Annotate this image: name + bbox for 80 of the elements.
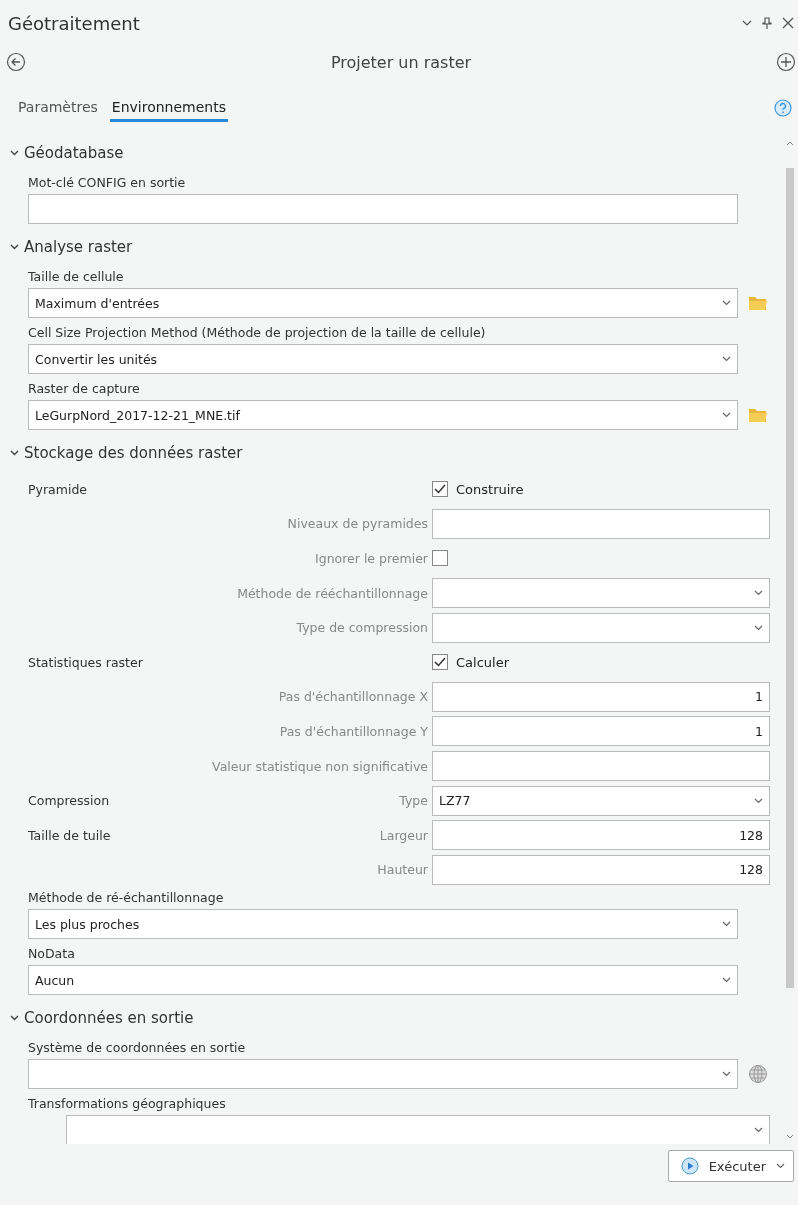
field-label: NoData — [28, 945, 76, 964]
tool-title: Projeter un raster — [330, 52, 472, 72]
run-button[interactable]: Exécuter — [667, 1150, 794, 1182]
field-label: Type de compression — [295, 620, 429, 636]
dropdown-field[interactable]: Aucun — [28, 965, 738, 996]
chevron-icon — [10, 244, 19, 250]
input-field[interactable]: 1 — [432, 681, 770, 712]
checkmark-icon — [434, 484, 446, 495]
field-label: Cell Size Projection Method (Méthode de projection de la taille de cellule) — [28, 324, 487, 342]
group-label: Taille de tuile — [28, 827, 112, 843]
group-label: Compression — [28, 793, 111, 809]
dropdown-field[interactable] — [432, 578, 770, 609]
dropdown-field[interactable]: Les plus proches — [28, 909, 738, 940]
play-icon — [680, 1157, 699, 1175]
checkbox[interactable]: Construire — [432, 481, 524, 498]
dropdown-field[interactable]: LeGurpNord_2017-12-21_MNE.tif — [28, 400, 738, 430]
dropdown-caret-icon — [754, 624, 763, 631]
section-header[interactable]: Stockage des données raster — [10, 434, 243, 472]
add-icon[interactable] — [776, 52, 796, 72]
dropdown-caret-icon — [722, 356, 731, 362]
help-icon[interactable] — [774, 99, 792, 117]
dropdown-caret-icon — [722, 300, 731, 306]
group-label: Pyramide — [28, 481, 88, 497]
field-label: Méthode de rééchantillonnage — [236, 585, 429, 601]
section-header[interactable]: Analyse raster — [10, 228, 133, 266]
checkbox[interactable] — [432, 550, 448, 567]
input-field[interactable]: 1 — [432, 716, 770, 747]
dropdown-caret-icon — [722, 977, 731, 984]
section-header[interactable]: Géodatabase — [10, 134, 124, 172]
folder-icon[interactable] — [748, 407, 768, 423]
field-label: Transformations géographiques — [28, 1095, 227, 1114]
checkbox[interactable]: Calculer — [432, 654, 509, 671]
scroll-up-icon[interactable] — [786, 140, 794, 146]
input-field[interactable] — [432, 508, 770, 539]
field-label: Valeur statistique non significative — [211, 758, 429, 774]
field-label: Hauteur — [376, 862, 429, 878]
checkmark-icon — [434, 657, 446, 668]
input-field[interactable] — [432, 751, 770, 782]
pin-icon[interactable] — [762, 17, 772, 29]
field-label: Taille de cellule — [28, 268, 125, 286]
checkbox-label: Ignorer le premier — [314, 551, 429, 566]
dropdown-caret-icon — [722, 412, 731, 418]
field-label: Type — [398, 793, 429, 809]
dropdown-caret-icon — [754, 590, 763, 597]
tab[interactable]: Paramètres — [16, 94, 100, 122]
dropdown-icon[interactable] — [742, 20, 752, 26]
dropdown-caret-icon — [722, 1071, 731, 1078]
field-label: Mot-clé CONFIG en sortie — [28, 174, 187, 192]
field-label: Pas d'échantillonnage Y — [278, 723, 429, 739]
group-label: Statistiques raster — [28, 654, 144, 670]
scroll-down-icon[interactable] — [786, 1134, 794, 1140]
dropdown-field[interactable] — [28, 1059, 738, 1090]
dropdown-field[interactable]: Maximum d'entrées — [28, 288, 738, 318]
chevron-icon — [10, 450, 19, 456]
dropdown-field[interactable]: Convertir les unités — [28, 344, 738, 374]
dropdown-field[interactable]: LZ77 — [432, 785, 770, 816]
globe-icon[interactable] — [748, 1064, 768, 1085]
dropdown-field[interactable] — [432, 612, 770, 643]
folder-icon[interactable] — [748, 295, 768, 311]
tab[interactable]: Environnements — [109, 94, 228, 122]
section-header[interactable]: Coordonnées en sortie — [10, 999, 194, 1038]
input-field[interactable]: 128 — [432, 854, 770, 885]
field-label: Raster de capture — [28, 380, 141, 398]
dropdown-caret-icon — [754, 797, 763, 804]
input-field[interactable]: 128 — [432, 820, 770, 851]
chevron-icon — [10, 150, 19, 156]
dropdown-field[interactable] — [66, 1115, 770, 1144]
field-label: Pas d'échantillonnage X — [277, 689, 429, 705]
window-title: Géotraitement — [8, 12, 140, 34]
field-label: Méthode de ré-échantillonnage — [28, 889, 225, 908]
field-label: Niveaux de pyramides — [286, 516, 429, 532]
dropdown-caret-icon — [722, 921, 731, 928]
caret-icon — [776, 1163, 785, 1169]
dropdown-caret-icon — [754, 1127, 763, 1134]
chevron-icon — [10, 1015, 19, 1022]
field-label: Largeur — [378, 827, 429, 843]
back-icon[interactable] — [6, 52, 26, 72]
field-label: Système de coordonnées en sortie — [28, 1039, 247, 1058]
close-icon[interactable] — [782, 17, 794, 29]
input-field[interactable] — [28, 194, 738, 224]
